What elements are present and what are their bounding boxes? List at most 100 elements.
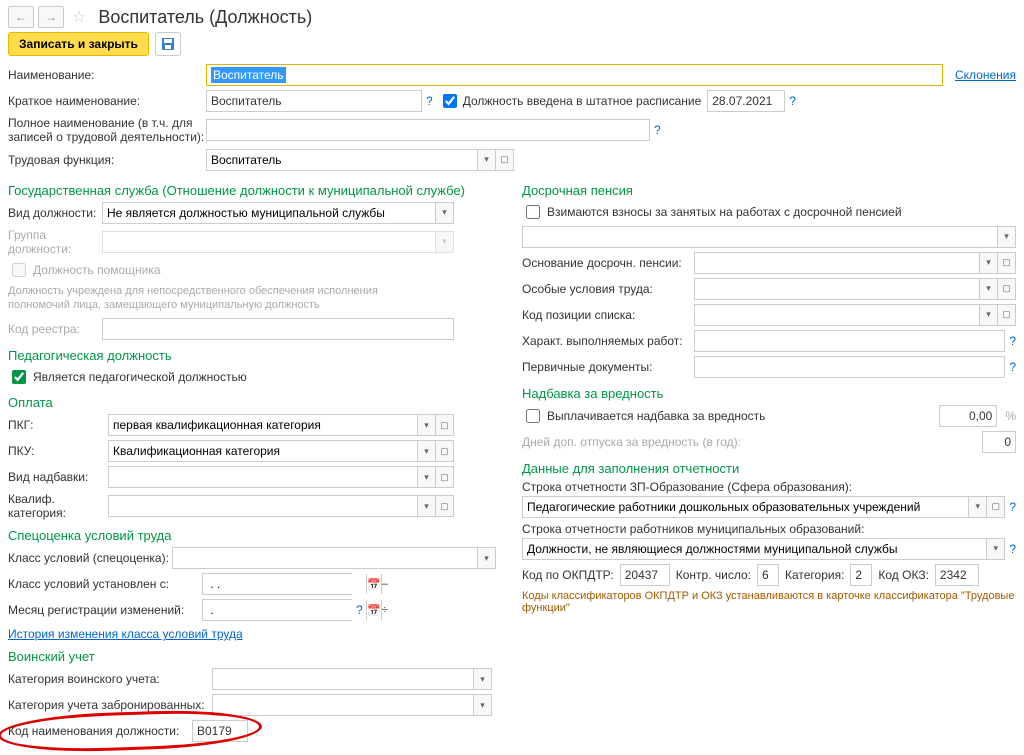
chevron-down-icon[interactable]: ▾ [968, 497, 986, 517]
calendar-icon[interactable]: 📅 [366, 574, 381, 594]
chevron-down-icon[interactable]: ▾ [979, 253, 997, 273]
chevron-down-icon[interactable]: ▾ [979, 279, 997, 299]
hazard-checkbox-label: Выплачивается надбавка за вредность [547, 409, 935, 423]
chevron-down-icon[interactable]: ▾ [477, 548, 495, 568]
nav-forward-button[interactable]: → [38, 6, 64, 28]
pku-combo[interactable]: ▾ ▢ [108, 440, 454, 462]
short-name-help-icon[interactable]: ? [426, 94, 433, 108]
staff-date-help-icon[interactable]: ? [789, 94, 796, 108]
chevron-down-icon[interactable]: ▾ [473, 695, 491, 715]
spec-class-value[interactable] [173, 548, 477, 568]
calendar-icon[interactable]: 📅 [366, 600, 381, 620]
chevron-down-icon[interactable]: ▾ [986, 539, 1004, 559]
chevron-down-icon[interactable]: ▾ [473, 669, 491, 689]
open-icon[interactable]: ▢ [435, 467, 453, 487]
qual-category-value[interactable] [109, 496, 417, 516]
open-icon[interactable]: ▢ [495, 150, 513, 170]
full-name-input[interactable] [206, 119, 650, 141]
stepper-icon[interactable]: ÷ [381, 600, 388, 620]
pension-section-title: Досрочная пенсия [522, 183, 1016, 198]
report-line2-value[interactable] [523, 539, 986, 559]
spec-month-input[interactable]: 📅 ÷ [202, 599, 352, 621]
pku-value[interactable] [109, 441, 417, 461]
mil-code-input[interactable] [192, 720, 248, 742]
pension-cond-combo[interactable]: ▾ ▢ [694, 278, 1016, 300]
spec-month-help-icon[interactable]: ? [356, 603, 363, 617]
registry-code-input [102, 318, 454, 340]
report-line1-combo[interactable]: ▾ ▢ [522, 496, 1005, 518]
open-icon[interactable]: ▢ [997, 305, 1015, 325]
pension-work-input[interactable] [694, 330, 1005, 352]
pension-contrib-checkbox[interactable] [526, 205, 540, 219]
record-and-close-button[interactable]: Записать и закрыть [8, 32, 149, 56]
hazard-days-input [982, 431, 1016, 453]
labor-function-value[interactable] [207, 150, 477, 170]
staff-schedule-checkbox[interactable] [443, 94, 457, 108]
pkg-combo[interactable]: ▾ ▢ [108, 414, 454, 436]
report-line2-help-icon[interactable]: ? [1009, 542, 1016, 556]
allowance-kind-value[interactable] [109, 467, 417, 487]
gov-kind-value[interactable] [103, 203, 435, 223]
mil-category-combo[interactable]: ▾ [212, 668, 492, 690]
allowance-kind-combo[interactable]: ▾ ▢ [108, 466, 454, 488]
name-input[interactable]: Воспитатель [206, 64, 943, 86]
pension-basis-combo[interactable]: ▾ ▢ [694, 252, 1016, 274]
clear-icon[interactable]: – [381, 574, 388, 594]
category-input[interactable] [850, 564, 872, 586]
chevron-down-icon[interactable]: ▾ [435, 203, 453, 223]
chevron-down-icon[interactable]: ▾ [417, 467, 435, 487]
chevron-down-icon[interactable]: ▾ [417, 441, 435, 461]
labor-function-combo[interactable]: ▾ ▢ [206, 149, 514, 171]
favorite-star-icon[interactable]: ☆ [72, 7, 86, 27]
open-icon[interactable]: ▢ [997, 279, 1015, 299]
ctrl-num-input[interactable] [757, 564, 779, 586]
chevron-down-icon[interactable]: ▾ [979, 305, 997, 325]
report-line2-label: Строка отчетности работников муниципальн… [522, 522, 1016, 536]
open-icon[interactable]: ▢ [997, 253, 1015, 273]
gov-kind-combo[interactable]: ▾ [102, 202, 454, 224]
qual-category-combo[interactable]: ▾ ▢ [108, 495, 454, 517]
spec-history-link[interactable]: История изменения класса условий труда [8, 627, 243, 641]
gov-kind-label: Вид должности: [8, 206, 102, 220]
helper-checkbox-label: Должность помощника [33, 263, 161, 277]
mil-booked-combo[interactable]: ▾ [212, 694, 492, 716]
helper-checkbox [12, 263, 26, 277]
chevron-down-icon[interactable]: ▾ [417, 496, 435, 516]
report-line1-help-icon[interactable]: ? [1009, 500, 1016, 514]
mil-booked-value[interactable] [213, 695, 473, 715]
pension-docs-help-icon[interactable]: ? [1009, 360, 1016, 374]
mil-category-value[interactable] [213, 669, 473, 689]
pkg-value[interactable] [109, 415, 417, 435]
report-line2-combo[interactable]: ▾ [522, 538, 1005, 560]
chevron-down-icon[interactable]: ▾ [477, 150, 495, 170]
okpdtr-input[interactable] [620, 564, 670, 586]
pedagogical-checkbox[interactable] [12, 370, 26, 384]
pension-docs-input[interactable] [694, 356, 1005, 378]
spec-class-combo[interactable]: ▾ [172, 547, 496, 569]
staff-date-input[interactable] [707, 90, 785, 112]
pay-section-title: Оплата [8, 395, 502, 410]
mil-category-label: Категория воинского учета: [8, 672, 212, 686]
pension-top-combo[interactable]: ▾ [522, 226, 1016, 248]
registry-code-label: Код реестра: [8, 322, 102, 336]
pension-listpos-combo[interactable]: ▾ ▢ [694, 304, 1016, 326]
short-name-input[interactable] [206, 90, 422, 112]
pension-work-help-icon[interactable]: ? [1009, 334, 1016, 348]
chevron-down-icon[interactable]: ▾ [997, 227, 1015, 247]
declensions-link[interactable]: Склонения [955, 68, 1016, 82]
report-line1-value[interactable] [523, 497, 968, 517]
hazard-checkbox[interactable] [526, 409, 540, 423]
spec-date-input[interactable]: 📅 – [202, 573, 352, 595]
open-icon[interactable]: ▢ [986, 497, 1004, 517]
full-name-help-icon[interactable]: ? [654, 123, 661, 137]
okz-input[interactable] [935, 564, 979, 586]
chevron-down-icon[interactable]: ▾ [417, 415, 435, 435]
open-icon[interactable]: ▢ [435, 415, 453, 435]
open-icon[interactable]: ▢ [435, 496, 453, 516]
nav-back-button[interactable]: ← [8, 6, 34, 28]
pension-basis-label: Основание досрочн. пенсии: [522, 256, 694, 270]
save-button[interactable] [155, 32, 181, 56]
pension-listpos-label: Код позиции списка: [522, 308, 694, 322]
classifiers-note: Коды классификаторов ОКПДТР и ОКЗ устана… [522, 590, 1016, 614]
open-icon[interactable]: ▢ [435, 441, 453, 461]
